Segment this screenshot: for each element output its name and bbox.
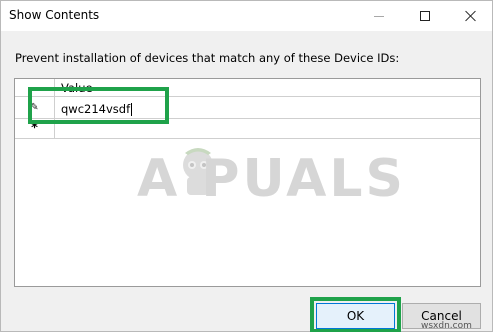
maximize-icon [420,11,430,21]
window-title: Show Contents [9,8,100,22]
maximize-button[interactable] [402,1,448,31]
ok-highlight-box [310,297,401,332]
value-highlight-box [28,87,169,124]
close-button[interactable] [448,1,493,31]
minimize-icon [374,15,384,17]
title-bar[interactable]: Show Contents [1,1,492,31]
prompt-text: Prevent installation of devices that mat… [15,51,400,65]
new-value-cell[interactable] [59,122,359,140]
watermark-text: A PUALS [137,149,406,209]
close-icon [465,10,477,22]
minimize-button[interactable] [356,1,402,31]
show-contents-dialog: Show Contents Prevent installation of de… [0,0,493,332]
site-watermark: wsxdn.com [421,321,472,331]
